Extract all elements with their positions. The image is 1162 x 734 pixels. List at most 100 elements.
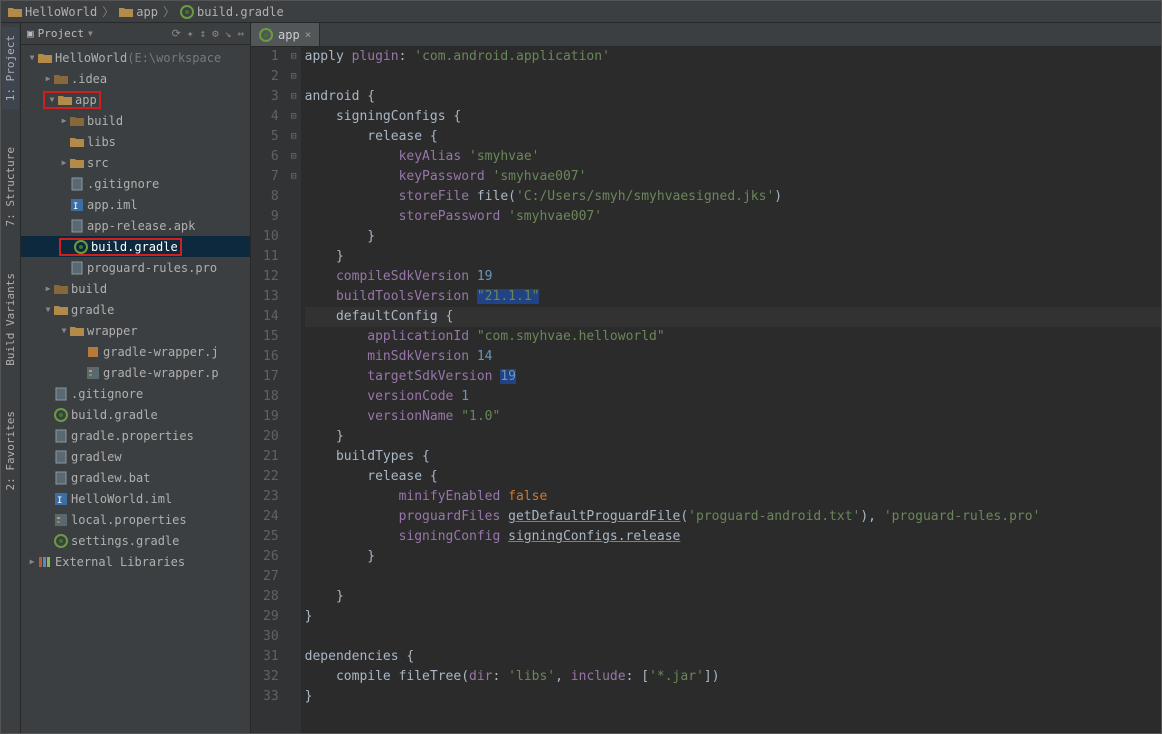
code-line[interactable]: defaultConfig { (305, 307, 1161, 327)
tree-row[interactable]: build.gradle (21, 404, 250, 425)
code-line[interactable]: } (305, 427, 1161, 447)
tree-row[interactable]: .gitignore (21, 383, 250, 404)
fold-marker[interactable]: ⊟ (287, 67, 301, 87)
code-line[interactable]: targetSdkVersion 19 (305, 367, 1161, 387)
tree-label: gradlew.bat (71, 471, 150, 485)
code-line[interactable]: } (305, 607, 1161, 627)
breadcrumb-item[interactable]: app (116, 5, 161, 19)
tree-row[interactable]: ▼HelloWorld (E:\workspace (21, 47, 250, 68)
tree-row[interactable]: settings.gradle (21, 530, 250, 551)
tree-row[interactable]: ▼app (21, 89, 250, 110)
tree-arrow[interactable]: ▶ (43, 74, 53, 83)
side-tab[interactable]: 7: Structure (2, 139, 19, 234)
project-panel-title[interactable]: Project (38, 27, 84, 40)
code-line[interactable]: buildTypes { (305, 447, 1161, 467)
code-line[interactable]: minSdkVersion 14 (305, 347, 1161, 367)
code-line[interactable]: signingConfigs { (305, 107, 1161, 127)
tree-row[interactable]: ▶ External Libraries (21, 551, 250, 572)
panel-tool[interactable]: ↕ (200, 27, 207, 40)
fold-gutter[interactable]: ⊟⊟⊟⊟⊟⊟⊟ (287, 47, 301, 733)
tree-label: proguard-rules.pro (87, 261, 217, 275)
editor-tab[interactable]: app× (251, 23, 320, 46)
fold-marker[interactable]: ⊟ (287, 107, 301, 127)
tree-arrow[interactable]: ▶ (59, 158, 69, 167)
code-line[interactable]: signingConfig signingConfigs.release (305, 527, 1161, 547)
panel-tool[interactable]: ⚙ (212, 27, 219, 40)
tree-row[interactable]: gradle-wrapper.p (21, 362, 250, 383)
tree-arrow[interactable]: ▼ (59, 326, 69, 335)
code-line[interactable]: release { (305, 127, 1161, 147)
tree-label: gradle (71, 303, 114, 317)
code-line[interactable] (305, 627, 1161, 647)
code-line[interactable] (305, 67, 1161, 87)
panel-tool[interactable]: ✦ (187, 27, 194, 40)
code-line[interactable]: dependencies { (305, 647, 1161, 667)
project-tree[interactable]: ▼HelloWorld (E:\workspace▶.idea▼app▶buil… (21, 45, 250, 733)
code-line[interactable]: storePassword 'smyhvae007' (305, 207, 1161, 227)
code-line[interactable]: } (305, 587, 1161, 607)
code-line[interactable]: storeFile file('C:/Users/smyh/smyhvaesig… (305, 187, 1161, 207)
code-line[interactable]: android { (305, 87, 1161, 107)
tree-arrow[interactable]: ▶ (27, 557, 37, 566)
code-line[interactable]: } (305, 547, 1161, 567)
tree-row[interactable]: ▶.idea (21, 68, 250, 89)
fold-marker[interactable]: ⊟ (287, 167, 301, 187)
tree-row[interactable]: ▼wrapper (21, 320, 250, 341)
panel-tool[interactable]: ↘ (225, 27, 232, 40)
side-tab[interactable]: Build Variants (2, 265, 19, 374)
breadcrumb-item[interactable]: build.gradle (177, 5, 287, 19)
code-editor[interactable]: apply plugin: 'com.android.application' … (301, 47, 1161, 733)
breadcrumb-item[interactable]: HelloWorld (5, 5, 100, 19)
tree-row[interactable]: .gitignore (21, 173, 250, 194)
tree-row[interactable]: IHelloWorld.iml (21, 488, 250, 509)
iml-icon: I (69, 198, 85, 212)
fold-marker[interactable]: ⊟ (287, 47, 301, 67)
tree-row[interactable]: libs (21, 131, 250, 152)
tree-arrow[interactable]: ▼ (43, 305, 53, 314)
code-line[interactable]: } (305, 687, 1161, 707)
side-tab[interactable]: 2: Favorites (2, 403, 19, 498)
tree-row[interactable]: Iapp.iml (21, 194, 250, 215)
tree-row[interactable]: gradle.properties (21, 425, 250, 446)
code-line[interactable]: versionName "1.0" (305, 407, 1161, 427)
close-icon[interactable]: × (305, 28, 312, 41)
tree-label: gradle.properties (71, 429, 194, 443)
tree-row[interactable]: local.properties (21, 509, 250, 530)
code-line[interactable]: apply plugin: 'com.android.application' (305, 47, 1161, 67)
code-line[interactable]: } (305, 247, 1161, 267)
tree-arrow[interactable]: ▼ (27, 53, 37, 62)
tree-row[interactable]: proguard-rules.pro (21, 257, 250, 278)
fold-marker[interactable]: ⊟ (287, 87, 301, 107)
tree-label: External Libraries (55, 555, 185, 569)
fold-marker[interactable]: ⊟ (287, 147, 301, 167)
code-line[interactable]: proguardFiles getDefaultProguardFile('pr… (305, 507, 1161, 527)
code-line[interactable]: buildToolsVersion "21.1.1" (305, 287, 1161, 307)
panel-tool[interactable]: ⟳ (172, 27, 181, 40)
code-line[interactable]: release { (305, 467, 1161, 487)
tree-arrow[interactable]: ▶ (59, 116, 69, 125)
fold-marker[interactable]: ⊟ (287, 127, 301, 147)
tree-row[interactable]: ▶build (21, 110, 250, 131)
code-line[interactable]: compile fileTree(dir: 'libs', include: [… (305, 667, 1161, 687)
tree-arrow[interactable]: ▶ (43, 284, 53, 293)
panel-tool[interactable]: ↔ (237, 27, 244, 40)
tree-row[interactable]: gradlew (21, 446, 250, 467)
tree-arrow[interactable]: ▼ (47, 95, 57, 104)
tree-row[interactable]: build.gradle (21, 236, 250, 257)
tree-row[interactable]: app-release.apk (21, 215, 250, 236)
code-line[interactable]: minifyEnabled false (305, 487, 1161, 507)
tree-row[interactable]: gradle-wrapper.j (21, 341, 250, 362)
code-line[interactable]: keyAlias 'smyhvae' (305, 147, 1161, 167)
code-line[interactable]: } (305, 227, 1161, 247)
code-line[interactable]: versionCode 1 (305, 387, 1161, 407)
tree-row[interactable]: gradlew.bat (21, 467, 250, 488)
code-line[interactable]: keyPassword 'smyhvae007' (305, 167, 1161, 187)
code-line[interactable] (305, 567, 1161, 587)
tree-row[interactable]: ▼ gradle (21, 299, 250, 320)
code-line[interactable]: applicationId "com.smyhvae.helloworld" (305, 327, 1161, 347)
side-tab[interactable]: 1: Project (2, 27, 19, 109)
folder-icon (119, 6, 133, 18)
code-line[interactable]: compileSdkVersion 19 (305, 267, 1161, 287)
tree-row[interactable]: ▶build (21, 278, 250, 299)
tree-row[interactable]: ▶src (21, 152, 250, 173)
